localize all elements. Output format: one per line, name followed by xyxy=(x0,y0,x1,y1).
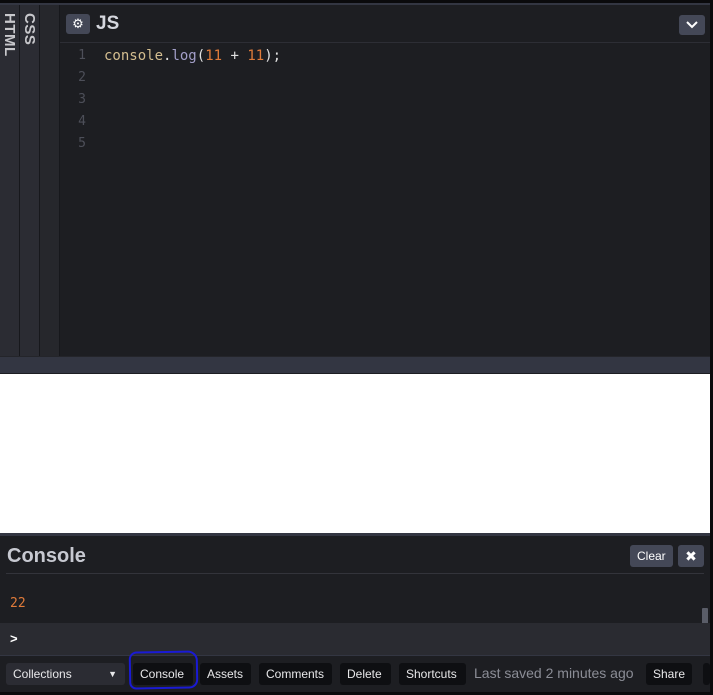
console-panel: Console Clear ✖ 22 > xyxy=(0,533,710,655)
code-line[interactable]: console.log(11 + 11); xyxy=(104,45,281,67)
console-header: Console Clear ✖ xyxy=(0,536,710,574)
code-line[interactable] xyxy=(104,133,281,155)
js-code-editor[interactable]: 1 2 3 4 5 console.log(11 + 11); xyxy=(60,45,713,356)
preview-frame[interactable] xyxy=(0,374,710,533)
js-collapse-button[interactable] xyxy=(679,15,705,35)
code-token-number: 11 xyxy=(247,48,265,64)
line-number: 3 xyxy=(78,92,86,107)
js-pane-title: JS xyxy=(96,13,120,34)
gear-icon: ⚙ xyxy=(72,16,84,31)
console-input[interactable]: > xyxy=(0,623,710,655)
last-saved-status: Last saved 2 minutes ago xyxy=(474,665,634,681)
chevron-right-icon: > xyxy=(10,631,18,646)
code-token-identifier: console xyxy=(104,48,164,64)
code-line[interactable] xyxy=(104,67,281,89)
caret-down-icon: ▼ xyxy=(108,669,117,679)
console-output: 22 xyxy=(0,582,700,620)
console-clear-button[interactable]: Clear xyxy=(630,545,673,567)
html-pane-collapsed[interactable]: HTML xyxy=(0,5,20,356)
close-icon: ✖ xyxy=(685,548,697,564)
delete-button[interactable]: Delete xyxy=(340,663,391,685)
window-top-edge xyxy=(0,0,713,3)
share-button[interactable]: Share xyxy=(646,663,692,685)
console-close-button[interactable]: ✖ xyxy=(678,545,704,567)
console-button[interactable]: Console xyxy=(133,663,193,685)
console-log-entry: 22 xyxy=(10,596,26,611)
js-settings-button[interactable]: ⚙ xyxy=(66,14,90,34)
css-pane-collapsed[interactable]: CSS xyxy=(20,5,40,356)
console-title: Console xyxy=(7,545,86,567)
code-token-method: log xyxy=(171,48,197,64)
css-pane-label: CSS xyxy=(21,13,38,46)
code-token-open-paren: ( xyxy=(196,48,206,64)
editor-resize-bar[interactable] xyxy=(0,356,713,373)
code-lines[interactable]: console.log(11 + 11); xyxy=(104,45,281,155)
chevron-down-icon xyxy=(686,21,698,29)
collections-label: Collections xyxy=(13,667,72,681)
line-number: 5 xyxy=(78,136,86,151)
code-token-close-paren: ); xyxy=(264,48,282,64)
code-token-number: 11 xyxy=(205,48,223,64)
pane-resize-handle[interactable] xyxy=(40,5,60,356)
code-token-operator: + xyxy=(222,48,248,64)
code-line[interactable] xyxy=(104,111,281,133)
js-editor-pane: ⚙ JS 1 2 3 4 5 console.log(11 + 11); xyxy=(60,5,713,356)
shortcuts-button[interactable]: Shortcuts xyxy=(399,663,466,685)
code-line[interactable] xyxy=(104,89,281,111)
line-number: 4 xyxy=(78,114,86,129)
footer-bar: Collections ▼ Console Assets Comments De… xyxy=(0,655,710,692)
line-number: 2 xyxy=(78,70,86,85)
line-number-gutter: 1 2 3 4 5 xyxy=(60,45,90,155)
console-divider xyxy=(6,573,704,574)
line-number: 1 xyxy=(78,48,86,63)
overflow-button[interactable] xyxy=(703,663,710,685)
editor-area: HTML CSS ⚙ JS 1 2 3 4 5 console.log(11 +… xyxy=(0,0,713,373)
html-pane-label: HTML xyxy=(1,13,18,57)
collections-dropdown[interactable]: Collections ▼ xyxy=(6,663,125,685)
js-pane-header: ⚙ JS xyxy=(60,5,713,43)
comments-button[interactable]: Comments xyxy=(259,663,332,685)
assets-button[interactable]: Assets xyxy=(200,663,251,685)
